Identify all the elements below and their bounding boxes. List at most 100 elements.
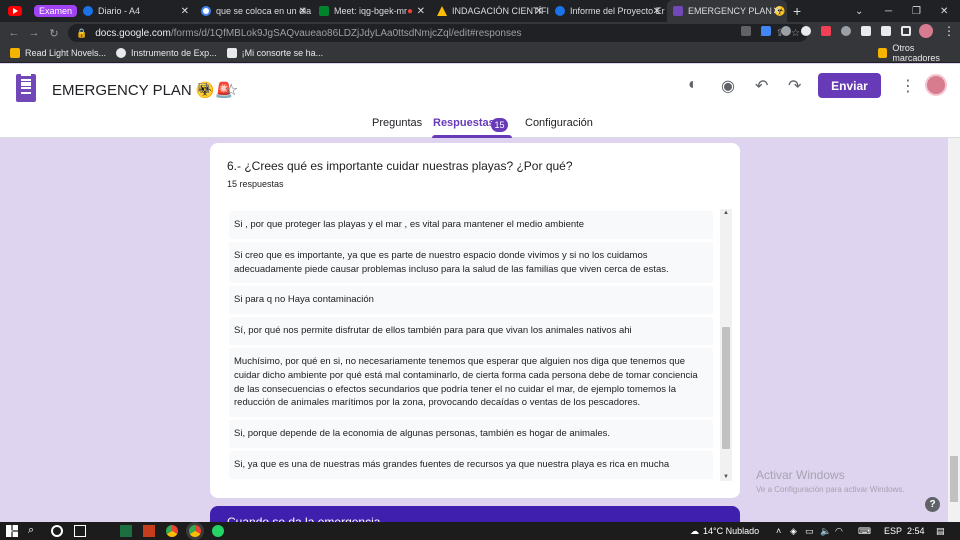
close-tab-icon[interactable]: ✕ <box>299 6 307 17</box>
forms-favicon-icon <box>673 6 684 16</box>
close-tab-icon[interactable]: ✕ <box>535 6 543 17</box>
browser-tab[interactable]: INDAGACIÓN CIENTÍFIC ✕ <box>431 0 549 22</box>
bookmark-icon <box>226 48 237 58</box>
windows-start-icon[interactable] <box>6 525 18 537</box>
task-view-icon[interactable] <box>74 525 86 537</box>
tab-search-icon[interactable]: ⌄ <box>855 0 863 22</box>
tab-group-label[interactable]: Examen <box>34 5 78 17</box>
tab-title: que se coloca en un dia <box>216 6 312 16</box>
scrollbar-thumb[interactable] <box>722 327 730 449</box>
url-field[interactable]: 🔒 docs.google.com /forms/d/1QfMBLok9JgSA… <box>68 24 808 42</box>
reload-icon[interactable]: ↻ <box>44 27 64 40</box>
chrome-icon[interactable] <box>166 525 178 537</box>
response-list[interactable]: Si , por que proteger las playas y el ma… <box>229 209 713 479</box>
page-scrollbar[interactable] <box>948 138 960 522</box>
response-list-scrollbar[interactable]: ▲ ▼ <box>720 209 732 481</box>
tab-questions[interactable]: Preguntas <box>372 117 422 129</box>
cortana-icon[interactable] <box>51 525 63 537</box>
tab-title: Diario - A4 <box>98 6 141 16</box>
other-bookmarks-label: Otros marcadores <box>892 43 940 63</box>
active-tab-indicator <box>432 135 512 138</box>
keyboard-icon[interactable]: ⌨ <box>858 522 871 540</box>
list-item: Si, porque depende de la economia de alg… <box>229 420 713 448</box>
extension-icon[interactable] <box>761 26 771 36</box>
whatsapp-icon[interactable] <box>212 525 224 537</box>
browser-menu-icon[interactable]: ⋮ <box>943 24 955 38</box>
profile-avatar-icon[interactable] <box>919 24 933 38</box>
star-icon[interactable]: ☆ <box>224 80 238 100</box>
close-tab-icon[interactable]: ✕ <box>417 6 425 17</box>
google-forms-logo[interactable] <box>16 74 36 102</box>
extension-icon[interactable] <box>781 26 791 36</box>
browser-tab[interactable]: Informe del Proyecto Er ✕ <box>549 0 667 22</box>
weather-widget[interactable]: ☁ 14°C Nublado <box>690 522 759 540</box>
tray-app-icon[interactable]: ◈ <box>790 522 797 540</box>
drive-icon <box>437 6 448 16</box>
page-scrollbar-thumb[interactable] <box>950 456 958 502</box>
minimize-icon[interactable]: ─ <box>885 0 892 22</box>
chrome-active-icon[interactable] <box>189 525 201 537</box>
bookmark-star-icon[interactable]: ☆ <box>791 28 800 39</box>
notifications-icon[interactable]: ▤ <box>936 522 945 540</box>
list-item: Si creo que es importante, ya que es par… <box>229 241 713 284</box>
clock[interactable]: 2:54 <box>907 522 925 540</box>
list-item: Si para q no Haya contaminación <box>229 286 713 315</box>
tab-settings[interactable]: Configuración <box>525 117 593 129</box>
side-panel-icon[interactable] <box>901 26 911 36</box>
help-icon[interactable]: ? <box>925 497 940 512</box>
bookmark-item[interactable]: ¡Mi consorte se ha... <box>226 48 323 58</box>
tab-title: Informe del Proyecto Er <box>570 6 665 16</box>
browser-tab[interactable]: Diario - A4 ✕ <box>77 0 195 22</box>
restore-icon[interactable]: ❐ <box>912 0 921 22</box>
volume-icon[interactable]: 🔈 <box>820 522 831 540</box>
bookmark-label: Instrumento de Exp... <box>131 48 217 58</box>
powerpoint-icon[interactable] <box>143 525 155 537</box>
preview-eye-icon[interactable]: ◉ <box>721 76 735 96</box>
close-window-icon[interactable]: ✕ <box>940 0 948 22</box>
url-host: docs.google.com <box>95 27 171 39</box>
tab-favicon-icon <box>555 6 566 16</box>
youtube-icon[interactable] <box>8 6 22 16</box>
browser-tab[interactable]: que se coloca en un dia ✕ <box>195 0 313 22</box>
scroll-up-icon[interactable]: ▲ <box>723 210 729 216</box>
list-item: Muchísimo, por qué en si, no necesariame… <box>229 347 713 418</box>
more-options-icon[interactable]: ⋮ <box>900 76 916 96</box>
wifi-icon[interactable]: ◠ <box>835 522 843 540</box>
extension-icon[interactable] <box>741 26 751 36</box>
bookmark-item[interactable]: Read Light Novels... <box>10 48 106 58</box>
extension-icon[interactable] <box>801 26 811 36</box>
close-tab-icon[interactable]: ✕ <box>181 6 189 17</box>
question-response-card: 6.- ¿Crees qué es importante cuidar nues… <box>210 143 740 498</box>
back-icon[interactable]: ← <box>4 27 24 39</box>
scroll-down-icon[interactable]: ▼ <box>723 474 729 480</box>
tab-responses[interactable]: Respuestas <box>433 117 495 129</box>
extensions-puzzle-icon[interactable] <box>881 26 891 36</box>
cloud-icon: ☁ <box>690 525 699 536</box>
user-avatar[interactable] <box>925 74 947 96</box>
search-icon[interactable]: ⌕ <box>28 524 40 536</box>
send-button[interactable]: Enviar <box>818 73 881 98</box>
redo-icon[interactable]: ↷ <box>788 76 801 96</box>
excel-icon[interactable] <box>120 525 132 537</box>
bookmarks-bar: Read Light Novels... Instrumento de Exp.… <box>0 43 960 63</box>
close-tab-icon[interactable]: ✕ <box>653 6 661 17</box>
undo-icon[interactable]: ↶ <box>755 76 768 96</box>
browser-tab-active[interactable]: EMERGENCY PLAN ☣️ 🚨 ✕ <box>667 0 788 22</box>
language-indicator[interactable]: ESP <box>884 522 902 540</box>
other-bookmarks[interactable]: Otros marcadores <box>878 43 960 63</box>
new-tab-button[interactable]: + <box>787 0 807 22</box>
bookmark-item[interactable]: Instrumento de Exp... <box>116 48 217 58</box>
pocket-icon[interactable] <box>821 26 831 36</box>
network-icon[interactable]: ▭ <box>805 522 814 540</box>
extension-icon[interactable] <box>861 26 871 36</box>
palette-icon[interactable]: ◐ <box>688 76 698 94</box>
browser-tab[interactable]: Meet: iqg-bgek-mr ● ✕ <box>313 0 431 22</box>
tray-chevron-icon[interactable]: ˄ <box>776 522 781 540</box>
windows-taskbar: ⌕ ☁ 14°C Nublado ˄ ◈ ▭ 🔈 ◠ ⌨ ESP 2:54 ▤ <box>0 522 960 540</box>
forward-icon[interactable]: → <box>24 27 44 39</box>
close-tab-icon[interactable]: ● <box>407 6 413 17</box>
extension-icon[interactable] <box>841 26 851 36</box>
list-item: Si , por que proteger las playas y el ma… <box>229 211 713 239</box>
close-tab-icon[interactable]: ✕ <box>773 6 781 17</box>
move-to-folder-icon[interactable]: ⧉ <box>198 80 209 98</box>
